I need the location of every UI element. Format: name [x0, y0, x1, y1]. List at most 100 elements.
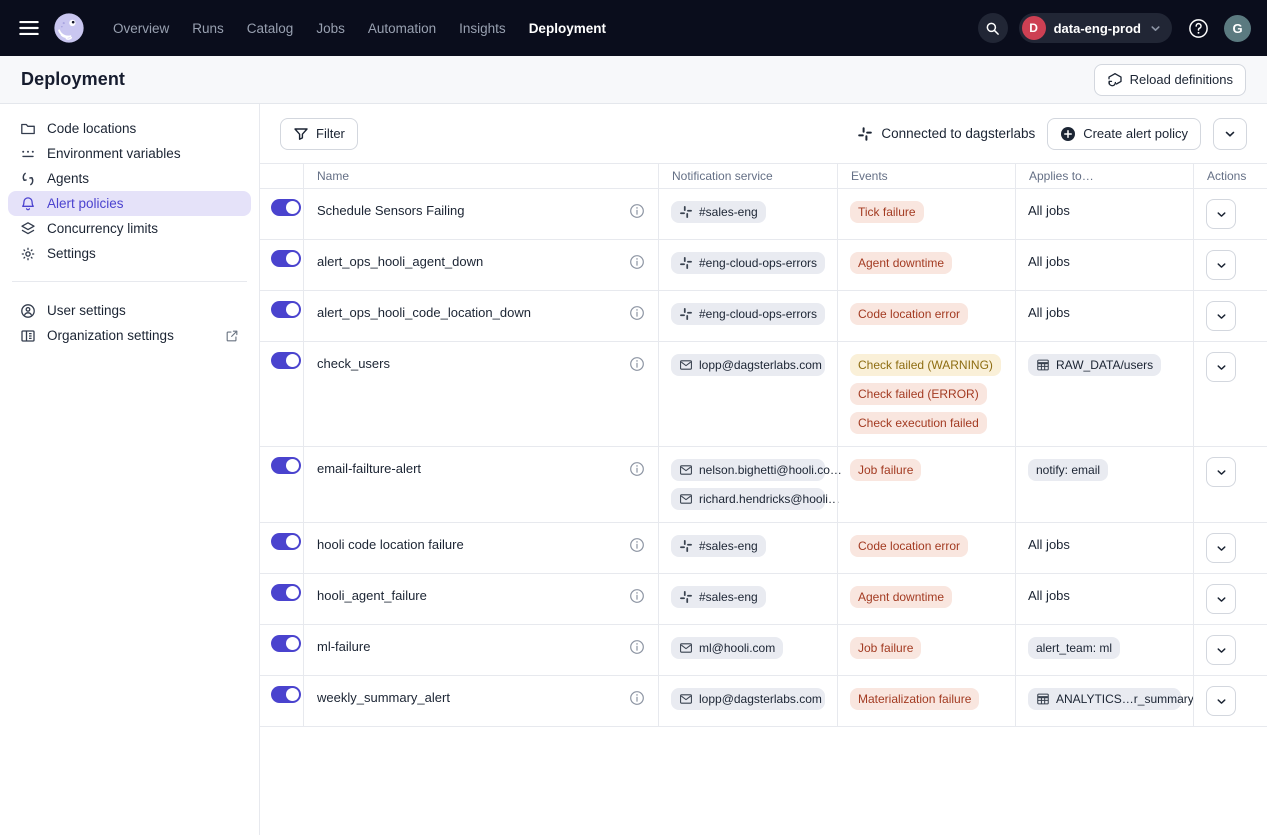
notification-service-cell: ml@hooli.com: [658, 625, 837, 675]
sidebar-main-items: Code locationsEnvironment variablesAgent…: [8, 116, 251, 266]
more-actions-dropdown-button[interactable]: [1213, 118, 1247, 150]
actions-cell: [1193, 625, 1267, 675]
applies-target-pill: RAW_DATA/users: [1028, 354, 1161, 376]
policy-enabled-toggle[interactable]: [271, 635, 301, 652]
applies-to-cell: RAW_DATA/users: [1015, 342, 1193, 446]
info-icon[interactable]: [629, 690, 645, 706]
chevron-down-icon: [1215, 208, 1228, 221]
email-icon: [679, 692, 693, 706]
page-title: Deployment: [21, 69, 125, 90]
actions-cell: [1193, 447, 1267, 522]
help-button[interactable]: [1183, 13, 1213, 43]
info-icon[interactable]: [629, 588, 645, 604]
policy-enabled-toggle[interactable]: [271, 457, 301, 474]
notification-service-cell: #sales-eng: [658, 523, 837, 573]
info-icon[interactable]: [629, 254, 645, 270]
sidebar-item-settings[interactable]: Settings: [8, 241, 251, 266]
nav-item-automation[interactable]: Automation: [359, 15, 445, 42]
table-row: weekly_summary_alert lopp@dagsterlabs.com…: [260, 676, 1267, 727]
toggle-cell: [260, 625, 303, 675]
notification-service-cell: lopp@dagsterlabs.com: [658, 342, 837, 446]
notification-pill: lopp@dagsterlabs.com: [671, 354, 825, 376]
sidebar-item-agents[interactable]: Agents: [8, 166, 251, 191]
table-row: check_users lopp@dagsterlabs.com Check fai…: [260, 342, 1267, 447]
sidebar-item-user-settings[interactable]: User settings: [8, 298, 251, 323]
nav-item-insights[interactable]: Insights: [450, 15, 515, 42]
search-button[interactable]: [978, 13, 1008, 43]
applies-target-text: All jobs: [1028, 586, 1070, 603]
nav-item-runs[interactable]: Runs: [183, 15, 233, 42]
toggle-knob: [286, 586, 299, 599]
row-actions-dropdown-button[interactable]: [1206, 199, 1236, 229]
deployment-switcher[interactable]: D data-eng-prod: [1019, 13, 1172, 43]
notification-pill: #sales-eng: [671, 586, 766, 608]
row-actions-dropdown-button[interactable]: [1206, 686, 1236, 716]
policy-enabled-toggle[interactable]: [271, 301, 301, 318]
chevron-down-icon: [1215, 310, 1228, 323]
slack-icon: [679, 205, 693, 219]
notification-pill-label: #eng-cloud-ops-errors: [699, 256, 817, 270]
policy-enabled-toggle[interactable]: [271, 533, 301, 550]
notification-pill-label: richard.hendricks@hooli…: [699, 492, 840, 506]
policy-name-cell: hooli_agent_failure: [303, 574, 658, 624]
info-icon[interactable]: [629, 203, 645, 219]
policy-enabled-toggle[interactable]: [271, 584, 301, 601]
event-badge-label: Check failed (WARNING): [858, 358, 993, 372]
folder-icon: [20, 121, 36, 137]
row-actions-dropdown-button[interactable]: [1206, 584, 1236, 614]
policy-name-cell: email-failture-alert: [303, 447, 658, 522]
policy-name-cell: alert_ops_hooli_agent_down: [303, 240, 658, 290]
info-icon[interactable]: [629, 537, 645, 553]
hamburger-menu-icon[interactable]: [16, 15, 42, 41]
nav-item-deployment[interactable]: Deployment: [520, 15, 615, 42]
dagster-logo[interactable]: [52, 11, 86, 45]
notification-pill-label: #eng-cloud-ops-errors: [699, 307, 817, 321]
info-icon[interactable]: [629, 305, 645, 321]
toggle-knob: [286, 303, 299, 316]
event-badge: Code location error: [850, 535, 968, 557]
reload-definitions-button[interactable]: Reload definitions: [1094, 64, 1246, 96]
create-alert-policy-button[interactable]: Create alert policy: [1047, 118, 1201, 150]
row-actions-dropdown-button[interactable]: [1206, 457, 1236, 487]
policy-enabled-toggle[interactable]: [271, 199, 301, 216]
policy-name-cell: weekly_summary_alert: [303, 676, 658, 726]
info-icon[interactable]: [629, 461, 645, 477]
row-actions-dropdown-button[interactable]: [1206, 250, 1236, 280]
row-actions-dropdown-button[interactable]: [1206, 352, 1236, 382]
sidebar-footer-items: User settingsOrganization settings: [8, 298, 251, 348]
deployment-initial-badge: D: [1022, 16, 1046, 40]
notification-pill: lopp@dagsterlabs.com: [671, 688, 825, 710]
policy-name-cell: alert_ops_hooli_code_location_down: [303, 291, 658, 341]
row-actions-dropdown-button[interactable]: [1206, 533, 1236, 563]
sidebar-item-label: Alert policies: [47, 196, 124, 211]
user-avatar[interactable]: G: [1224, 15, 1251, 42]
agents-icon: [20, 171, 36, 187]
policy-name: hooli code location failure: [317, 537, 464, 552]
row-actions-dropdown-button[interactable]: [1206, 301, 1236, 331]
chevron-down-icon: [1215, 593, 1228, 606]
row-actions-dropdown-button[interactable]: [1206, 635, 1236, 665]
sidebar-item-organization-settings[interactable]: Organization settings: [8, 323, 251, 348]
applies-target-pill-label: notify: email: [1036, 463, 1100, 477]
filter-button[interactable]: Filter: [280, 118, 358, 150]
notification-pill: nelson.bighetti@hooli.co…: [671, 459, 825, 481]
toolbar: Filter Connected to dagsterlabs Create a…: [260, 104, 1267, 163]
policy-enabled-toggle[interactable]: [271, 686, 301, 703]
table-row: alert_ops_hooli_code_location_down #eng-c…: [260, 291, 1267, 342]
sidebar-item-concurrency-limits[interactable]: Concurrency limits: [8, 216, 251, 241]
nav-item-jobs[interactable]: Jobs: [307, 15, 354, 42]
slack-icon: [679, 539, 693, 553]
nav-item-catalog[interactable]: Catalog: [238, 15, 303, 42]
info-icon[interactable]: [629, 639, 645, 655]
policy-name-cell: check_users: [303, 342, 658, 446]
policy-enabled-toggle[interactable]: [271, 352, 301, 369]
applies-target-pill-label: ANALYTICS…r_summary: [1056, 692, 1194, 706]
sidebar-item-code-locations[interactable]: Code locations: [8, 116, 251, 141]
create-alert-policy-label: Create alert policy: [1083, 126, 1188, 141]
policy-enabled-toggle[interactable]: [271, 250, 301, 267]
event-badge-label: Job failure: [858, 641, 913, 655]
info-icon[interactable]: [629, 356, 645, 372]
sidebar-item-environment-variables[interactable]: Environment variables: [8, 141, 251, 166]
sidebar-item-alert-policies[interactable]: Alert policies: [8, 191, 251, 216]
nav-item-overview[interactable]: Overview: [104, 15, 178, 42]
